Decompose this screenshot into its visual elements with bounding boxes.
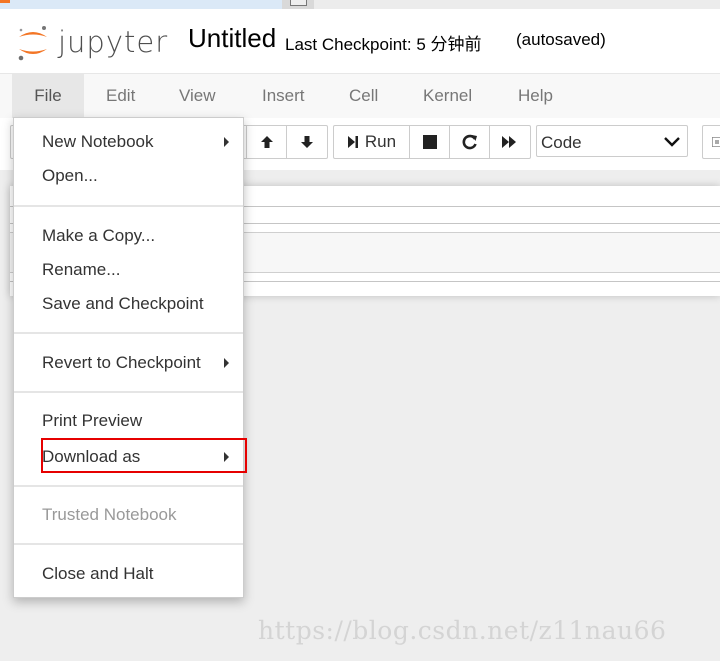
restart-icon <box>462 134 477 150</box>
menu-divider <box>14 485 243 487</box>
menu-kernel[interactable]: Kernel <box>423 74 472 118</box>
menu-divider <box>14 332 243 334</box>
menu-item-trusted-notebook: Trusted Notebook <box>42 505 177 524</box>
menu-item-open[interactable]: Open... <box>14 161 243 191</box>
interrupt-icon <box>422 135 437 149</box>
move-down-icon <box>301 136 313 148</box>
menu-view[interactable]: View <box>179 74 216 118</box>
file-menu-dropdown: New Notebook Open... Make a Copy... Rena… <box>13 117 244 598</box>
window-maximize-button[interactable] <box>282 0 314 9</box>
menu-item-revert-to-checkpoint[interactable]: Revert to Checkpoint <box>14 348 243 378</box>
annotation-highlight-box <box>41 438 247 473</box>
browser-tab[interactable] <box>0 0 282 9</box>
tab-favicon-icon <box>0 0 10 3</box>
move-up-button[interactable] <box>247 126 287 158</box>
menu-file[interactable]: File <box>12 74 84 118</box>
browser-chrome-strip <box>0 0 720 9</box>
menu-item-rename[interactable]: Rename... <box>14 255 243 285</box>
chevron-down-icon <box>664 137 680 147</box>
menu-help[interactable]: Help <box>518 74 553 118</box>
run-icon <box>347 136 358 148</box>
fast-forward-icon <box>502 136 516 148</box>
menu-item-print-preview[interactable]: Print Preview <box>14 406 243 436</box>
menu-item-save-and-checkpoint[interactable]: Save and Checkpoint <box>14 289 243 319</box>
move-up-icon <box>260 136 273 148</box>
autosave-status: (autosaved) <box>516 30 606 49</box>
menu-item-make-a-copy[interactable]: Make a Copy... <box>14 221 243 251</box>
keyboard-icon <box>712 137 720 147</box>
menu-item-new-notebook[interactable]: New Notebook <box>14 127 243 157</box>
menu-cell[interactable]: Cell <box>349 74 378 118</box>
run-button[interactable]: Run <box>334 126 410 158</box>
run-all-button[interactable] <box>490 126 530 158</box>
menu-divider <box>14 205 243 207</box>
watermark-text: https://blog.csdn.net/z11nau66 <box>258 616 667 645</box>
menu-divider <box>14 543 243 545</box>
menu-insert[interactable]: Insert <box>262 74 305 118</box>
submenu-caret-icon <box>224 137 229 147</box>
interrupt-kernel-button[interactable] <box>410 126 450 158</box>
run-label: Run <box>364 132 397 151</box>
run-controls-group: Run <box>333 125 531 159</box>
menu-divider <box>14 391 243 393</box>
notebook-header: jupyter Untitled Last Checkpoint: 5 分钟前 … <box>0 9 720 73</box>
notebook-title[interactable]: Untitled <box>188 23 276 54</box>
jupyter-logo-icon[interactable] <box>16 23 50 63</box>
cell-type-value: Code <box>541 133 582 152</box>
jupyter-logo-text[interactable]: jupyter <box>58 25 168 59</box>
command-palette-button[interactable] <box>702 125 720 159</box>
menu-bar: File Edit View Insert Cell Kernel Help <box>0 73 720 119</box>
cell-type-select[interactable]: Code <box>536 125 688 157</box>
maximize-icon <box>290 0 307 6</box>
menu-item-close-and-halt[interactable]: Close and Halt <box>14 559 243 589</box>
submenu-caret-icon <box>224 358 229 368</box>
restart-kernel-button[interactable] <box>450 126 490 158</box>
menu-edit[interactable]: Edit <box>106 74 135 118</box>
move-down-button[interactable] <box>287 126 327 158</box>
checkpoint-status: Last Checkpoint: 5 分钟前 <box>285 35 482 54</box>
